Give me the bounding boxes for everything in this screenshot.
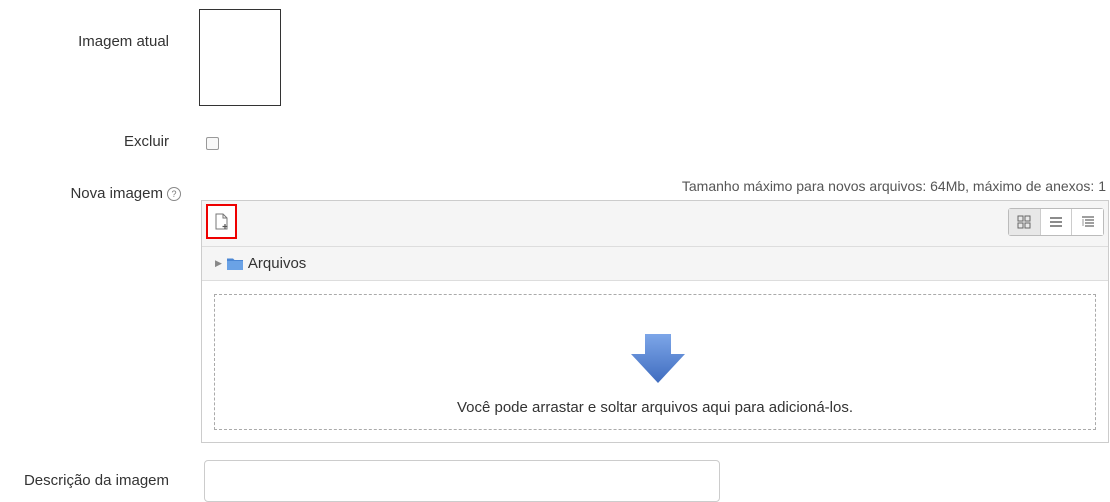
add-file-icon (215, 213, 228, 230)
drop-arrow-icon (631, 334, 685, 383)
drop-zone[interactable]: Você pode arrastar e soltar arquivos aqu… (214, 294, 1096, 430)
icons-view-icon (1017, 215, 1031, 229)
folder-icon (226, 258, 243, 270)
icons-view-button[interactable] (1009, 209, 1041, 235)
tree-view-icon (1081, 216, 1094, 227)
image-description-input[interactable] (204, 460, 720, 502)
add-file-button[interactable] (206, 204, 237, 239)
description-label: Descrição da imagem (23, 472, 169, 489)
file-manager-toolbar (202, 201, 1108, 247)
folder-path-bar: ▶ Arquivos (202, 247, 1108, 281)
file-limits-text: Tamanho máximo para novos arquivos: 64Mb… (681, 178, 1106, 194)
tree-view-button[interactable] (1072, 209, 1104, 235)
folder-label[interactable]: Arquivos (248, 255, 306, 272)
delete-label: Excluir (123, 133, 169, 150)
help-icon[interactable]: ? (167, 187, 181, 201)
list-view-icon (1050, 217, 1062, 227)
new-image-label: Nova imagem (70, 185, 163, 202)
view-mode-buttons (1008, 208, 1104, 236)
current-image-label: Imagem atual (78, 33, 169, 50)
delete-checkbox[interactable] (206, 137, 219, 150)
list-view-button[interactable] (1040, 209, 1073, 235)
current-image-preview (199, 9, 281, 106)
expand-triangle-icon[interactable]: ▶ (215, 258, 222, 269)
drop-zone-text: Você pode arrastar e soltar arquivos aqu… (456, 399, 854, 416)
file-manager: ▶ Arquivos Você pode arrastar e soltar a… (201, 200, 1109, 443)
